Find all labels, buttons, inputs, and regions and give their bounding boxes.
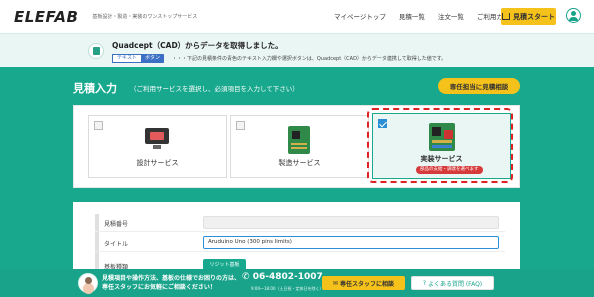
- cart-icon: [502, 13, 510, 20]
- manufacture-checkbox[interactable]: [236, 121, 245, 130]
- top-nav: マイページトップ 見積一覧 注文一覧 ご利用ガイド: [334, 11, 529, 21]
- page-subtitle: （ご利用サービスを選択し、必須項目を入力して下さい）: [130, 85, 299, 93]
- banner-title: Quadcept（CAD）からデータを取得しました。: [112, 41, 283, 50]
- design-checkbox[interactable]: [94, 121, 103, 130]
- banner-note: ・・・下記の見積条件の青色のテキスト入力欄や選択ボタンは、Quadcept（CA…: [172, 56, 447, 62]
- header: ELEFAB 基板設計・製造・実装のワンストップサービス マイページトップ 見積…: [0, 0, 594, 33]
- selection-highlight-frame: [367, 108, 513, 183]
- footer-consult-button[interactable]: ✉ 専任スタッフに相談: [322, 276, 405, 290]
- tagline: 基板設計・製造・実装のワンストップサービス: [92, 14, 198, 20]
- estimate-number-field: [203, 216, 499, 229]
- user-icon[interactable]: [566, 8, 581, 23]
- monitor-icon: [143, 128, 171, 150]
- footer-message-line2: 専任スタッフにお気軽にご相談ください！: [102, 284, 216, 291]
- data-import-icon: [88, 43, 104, 59]
- footer-message-line1: 見積項目や操作方法、基板の仕様でお困りの方は、: [102, 275, 241, 282]
- footer-consult-label: 専任スタッフに相談: [340, 280, 395, 288]
- consult-button[interactable]: 専任担当に見積相談: [438, 78, 520, 94]
- phone-number: ✆ 06-4802-1007: [242, 272, 323, 282]
- import-banner: Quadcept（CAD）からデータを取得しました。 テキスト ボタン ・・・下…: [0, 33, 594, 67]
- estimate-start-button[interactable]: 見積スタート: [501, 8, 556, 25]
- text-legend-tag: テキスト: [112, 54, 142, 63]
- title-value: Aruduino Uno (300 pins limits): [208, 239, 292, 245]
- service-label: 設計サービス: [136, 159, 179, 167]
- field-label: タイトル: [104, 241, 129, 248]
- footer-bar: 見積項目や操作方法、基板の仕様でお困りの方は、 専任スタッフにお気軽にご相談くだ…: [0, 269, 594, 297]
- service-card-design[interactable]: 設計サービス: [88, 115, 227, 178]
- footer-message: 見積項目や操作方法、基板の仕様でお困りの方は、 専任スタッフにお気軽にご相談くだ…: [102, 274, 240, 292]
- button-legend-tag: ボタン: [141, 54, 165, 63]
- nav-orders[interactable]: 注文一覧: [438, 11, 464, 21]
- form-row-estimate-number: 見積番号: [95, 214, 505, 232]
- service-label: 製造サービス: [278, 159, 321, 167]
- page-title: 見積入力: [73, 82, 117, 95]
- pcb-icon: [288, 126, 310, 154]
- title-input[interactable]: Aruduino Uno (300 pins limits): [203, 236, 499, 249]
- faq-label: よくある質問 (FAQ): [427, 280, 483, 288]
- nav-mypage[interactable]: マイページトップ: [334, 11, 386, 21]
- staff-avatar: [78, 273, 98, 293]
- field-label: 見積番号: [104, 221, 129, 228]
- phone-value: 06-4802-1007: [252, 272, 323, 282]
- nav-estimates[interactable]: 見積一覧: [399, 11, 425, 21]
- faq-button[interactable]: ? よくある質問 (FAQ): [411, 276, 494, 290]
- business-hours: 9:00～18:00（土日祝・定休日を除く）: [251, 286, 324, 291]
- logo[interactable]: ELEFAB: [14, 8, 78, 26]
- estimate-start-label: 見積スタート: [513, 12, 555, 21]
- form-row-title: タイトル Aruduino Uno (300 pins limits): [95, 234, 505, 252]
- service-card-manufacture[interactable]: 製造サービス: [230, 115, 369, 178]
